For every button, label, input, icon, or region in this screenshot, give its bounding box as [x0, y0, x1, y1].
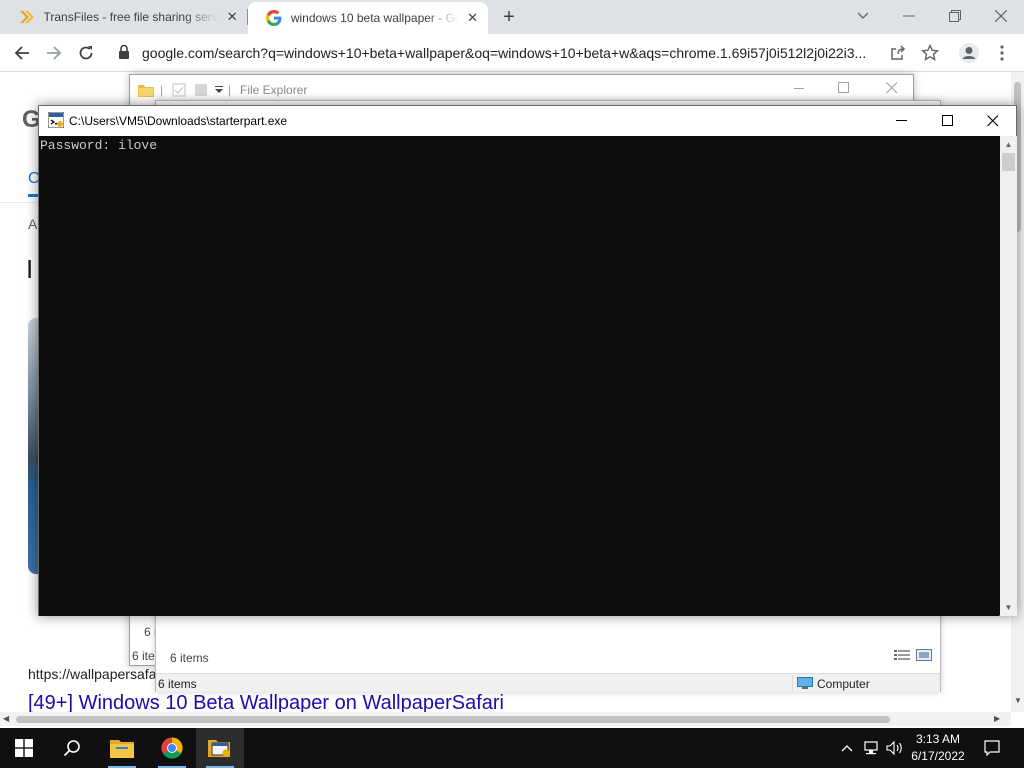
scrollbar-thumb[interactable]: [1002, 153, 1015, 171]
close-tab-icon[interactable]: ✕: [465, 10, 480, 26]
network-icon[interactable]: [860, 728, 882, 768]
scroll-down-arrow-icon[interactable]: ▼: [1014, 696, 1022, 705]
windows-start-icon[interactable]: [0, 728, 48, 768]
bookmark-star-icon[interactable]: [918, 41, 942, 65]
tab-google-search[interactable]: windows 10 beta wallpaper - Goo ✕: [248, 2, 488, 34]
computer-icon: [797, 677, 813, 690]
volume-icon[interactable]: [884, 728, 906, 768]
minimize-icon[interactable]: [794, 82, 806, 97]
properties-icon[interactable]: [172, 83, 186, 100]
location-computer: Computer: [792, 675, 870, 692]
console-output[interactable]: Password: ilove: [39, 136, 999, 616]
maximize-icon[interactable]: [838, 82, 850, 97]
tab-title: windows 10 beta wallpaper - Goo: [290, 11, 460, 25]
transfiles-chevron-icon: [18, 10, 36, 24]
url-text: google.com/search?q=windows+10+beta+wall…: [142, 45, 867, 61]
scroll-up-arrow-icon[interactable]: ▲: [1000, 136, 1017, 153]
folder-icon: [138, 83, 154, 100]
console-window[interactable]: C:\Users\VM5\Downloads\starterpart.exe P…: [38, 105, 1017, 616]
status-items-count: 6 items: [170, 651, 209, 665]
scroll-down-arrow-icon[interactable]: ▼: [1000, 599, 1017, 616]
forward-arrow-icon[interactable]: [42, 41, 66, 65]
back-arrow-icon[interactable]: [10, 41, 34, 65]
scroll-right-arrow-icon[interactable]: ▶: [994, 714, 1000, 723]
view-toggle-group: [894, 649, 932, 664]
clock-time: 3:13 AM: [915, 732, 961, 746]
chrome-icon[interactable]: [148, 728, 196, 768]
separator: |: [228, 83, 232, 97]
result-url: https://wallpapersafa: [28, 666, 157, 682]
console-scrollbar[interactable]: ▲ ▼: [1000, 136, 1017, 616]
details-view-icon[interactable]: [894, 649, 910, 664]
close-icon[interactable]: [886, 82, 898, 97]
address-bar[interactable]: google.com/search?q=windows+10+beta+wall…: [108, 38, 948, 68]
action-center-icon[interactable]: [980, 728, 1004, 768]
lock-icon[interactable]: [118, 44, 130, 63]
clock-date: 6/17/2022: [911, 749, 965, 763]
customize-toolbar-chevron-icon[interactable]: [214, 83, 224, 97]
maximize-icon[interactable]: [925, 106, 971, 136]
new-tab-button[interactable]: +: [498, 6, 520, 28]
console-titlebar[interactable]: C:\Users\VM5\Downloads\starterpart.exe: [39, 106, 1016, 136]
result-stats-fragment: A: [28, 216, 38, 232]
google-g-icon: [266, 10, 283, 26]
scrollbar-thumb[interactable]: [16, 716, 890, 723]
tab-transfiles[interactable]: TransFiles - free file sharing servi ✕: [0, 0, 248, 34]
reload-icon[interactable]: [74, 41, 98, 65]
divider: [0, 202, 40, 203]
profile-avatar-icon[interactable]: [957, 41, 981, 65]
console-app-icon: [47, 111, 65, 131]
scroll-left-arrow-icon[interactable]: ◀: [3, 714, 9, 723]
page-horizontal-scrollbar[interactable]: ◀ ▶: [0, 712, 1011, 726]
browser-toolbar: google.com/search?q=windows+10+beta+wall…: [0, 34, 1024, 72]
large-icons-view-icon[interactable]: [916, 649, 932, 664]
windows-taskbar: 3:13 AM 6/17/2022: [0, 728, 1024, 768]
explorer-title: File Explorer: [240, 83, 308, 97]
status-items-count: 6 items: [158, 677, 197, 691]
close-tab-icon[interactable]: ✕: [224, 9, 240, 25]
file-explorer-icon[interactable]: [98, 728, 146, 768]
close-window-icon[interactable]: [988, 4, 1014, 28]
console-title: C:\Users\VM5\Downloads\starterpart.exe: [69, 114, 288, 128]
minimize-icon[interactable]: [896, 4, 922, 28]
location-label: Computer: [817, 676, 870, 691]
separator: |: [160, 83, 164, 97]
show-hidden-icons-chevron-icon[interactable]: [838, 728, 856, 768]
explorer-status-bar: 6 items Computer: [156, 673, 940, 692]
browser-tab-strip: TransFiles - free file sharing servi ✕ w…: [0, 0, 1024, 34]
console-app-icon[interactable]: [196, 728, 244, 768]
tab-title: TransFiles - free file sharing servi: [43, 10, 219, 24]
system-clock[interactable]: 3:13 AM 6/17/2022: [904, 731, 972, 765]
minimize-icon[interactable]: [879, 106, 925, 136]
restore-icon[interactable]: [942, 4, 968, 28]
status-items-count: 6 ite: [132, 649, 155, 663]
close-icon[interactable]: [970, 106, 1016, 136]
images-heading-fragment: I: [26, 254, 34, 284]
share-icon[interactable]: [886, 41, 910, 65]
search-icon[interactable]: [48, 728, 96, 768]
tab-search-chevron-icon[interactable]: [850, 4, 876, 28]
more-menu-icon[interactable]: [990, 41, 1014, 65]
new-folder-icon[interactable]: [194, 83, 208, 100]
